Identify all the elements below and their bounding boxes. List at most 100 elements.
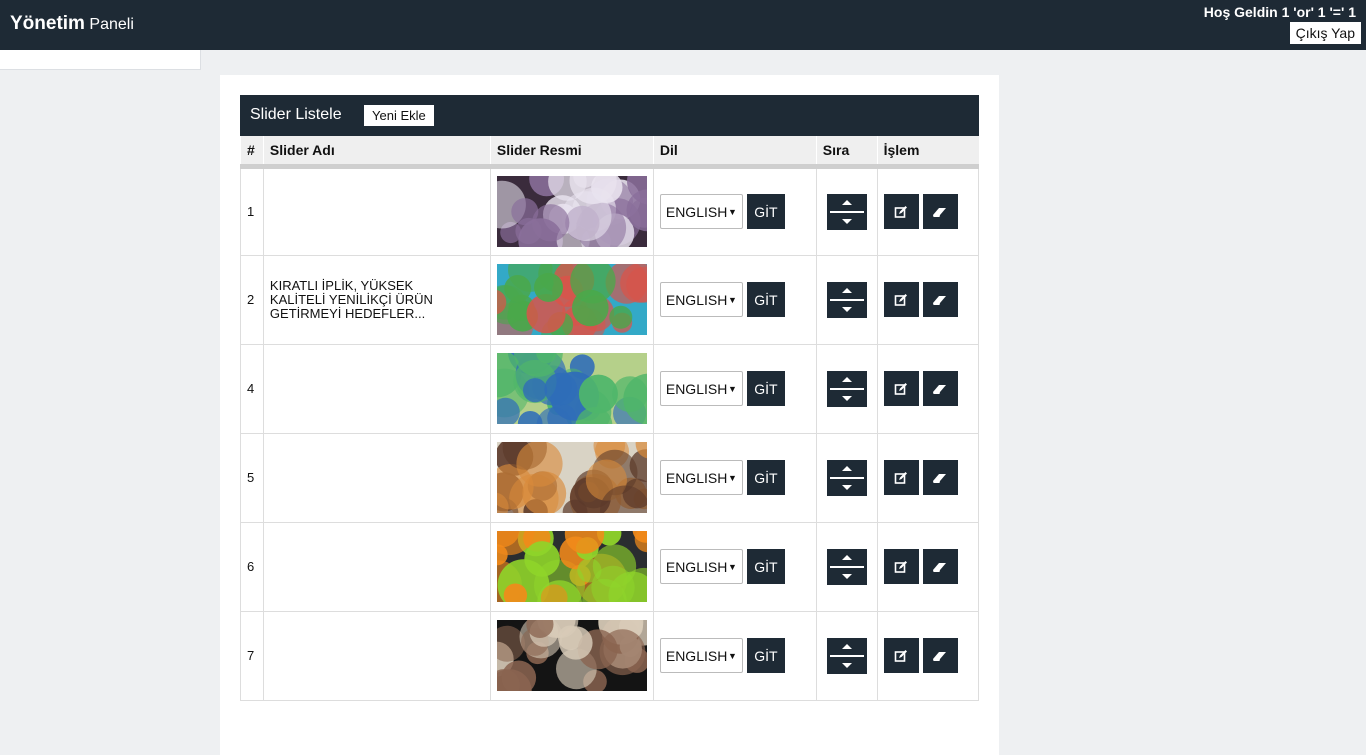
- arrow-down-icon: [841, 484, 852, 490]
- arrow-down-icon: [841, 573, 852, 579]
- language-cell: ENGLISH ▼ GİT: [652, 343, 817, 434]
- separator-line: [829, 387, 864, 390]
- language-selected-value: ENGLISH: [665, 469, 728, 486]
- delete-button[interactable]: [922, 460, 958, 495]
- go-button[interactable]: GİT: [746, 460, 785, 495]
- go-button[interactable]: GİT: [746, 638, 785, 673]
- edit-button[interactable]: [883, 282, 919, 317]
- delete-button[interactable]: [922, 194, 958, 229]
- action-buttons: [883, 460, 972, 495]
- language-cell: ENGLISH ▼ GİT: [652, 432, 817, 523]
- eraser-icon: [933, 562, 947, 572]
- language-select[interactable]: ENGLISH ▼: [659, 194, 743, 229]
- table-row: 7 ENGLISH ▼ GİT: [240, 610, 980, 701]
- delete-button[interactable]: [922, 638, 958, 673]
- go-button[interactable]: GİT: [746, 371, 785, 406]
- delete-button[interactable]: [922, 371, 958, 406]
- main-content: Slider Listele Yeni Ekle # Slider Adı Sl…: [220, 75, 999, 755]
- arrow-up-icon: [841, 376, 852, 382]
- go-button[interactable]: GİT: [746, 194, 785, 229]
- edit-button[interactable]: [883, 638, 919, 673]
- logout-button[interactable]: Çıkış Yap: [1289, 22, 1361, 44]
- chevron-down-icon: ▼: [727, 383, 737, 394]
- eraser-icon: [933, 473, 947, 483]
- language-selected-value: ENGLISH: [665, 558, 728, 575]
- separator-line: [829, 654, 864, 657]
- slider-image: [496, 176, 647, 247]
- language-cell: ENGLISH ▼ GİT: [652, 254, 817, 345]
- up-down-arrows-icon[interactable]: [826, 370, 867, 407]
- language-select[interactable]: ENGLISH ▼: [659, 638, 743, 673]
- actions-cell: [876, 343, 980, 434]
- language-cell: ENGLISH ▼ GİT: [652, 610, 817, 701]
- edit-button[interactable]: [883, 194, 919, 229]
- edit-icon: [894, 205, 908, 218]
- slider-name-cell: [262, 165, 491, 256]
- chevron-down-icon: ▼: [727, 472, 737, 483]
- slider-image-cell: [489, 521, 654, 612]
- chevron-down-icon: ▼: [727, 561, 737, 572]
- slider-image-cell: [489, 610, 654, 701]
- actions-cell: [876, 521, 980, 612]
- separator-line: [829, 210, 864, 213]
- slider-name-cell: [262, 432, 491, 523]
- up-down-arrows-icon[interactable]: [826, 281, 867, 318]
- add-new-button[interactable]: Yeni Ekle: [364, 105, 434, 126]
- slider-image: [496, 264, 647, 335]
- arrow-down-icon: [841, 662, 852, 668]
- slider-image: [496, 531, 647, 602]
- edit-icon: [894, 560, 908, 573]
- arrow-up-icon: [841, 643, 852, 649]
- up-down-arrows-icon[interactable]: [826, 459, 867, 496]
- row-number: 1: [240, 165, 264, 256]
- action-buttons: [883, 549, 972, 584]
- delete-button[interactable]: [922, 549, 958, 584]
- action-buttons: [883, 282, 972, 317]
- edit-button[interactable]: [883, 549, 919, 584]
- slider-name-cell: [262, 521, 491, 612]
- arrow-down-icon: [841, 306, 852, 312]
- delete-button[interactable]: [922, 282, 958, 317]
- actions-cell: [876, 610, 980, 701]
- action-buttons: [883, 371, 972, 406]
- slider-image-cell: [489, 432, 654, 523]
- table-row: 4 ENGLISH ▼ GİT: [240, 343, 980, 434]
- column-header-image: Slider Resmi: [489, 136, 654, 169]
- column-header-number: #: [240, 136, 264, 169]
- arrow-up-icon: [841, 199, 852, 205]
- language-select[interactable]: ENGLISH ▼: [659, 282, 743, 317]
- chevron-down-icon: ▼: [727, 294, 737, 305]
- order-cell: [815, 432, 878, 523]
- language-select[interactable]: ENGLISH ▼: [659, 371, 743, 406]
- slider-name-cell: KIRATLI İPLİK, YÜKSEK KALİTELİ YENİLİKÇİ…: [262, 254, 491, 345]
- slider-image: [496, 442, 647, 513]
- action-buttons: [883, 638, 972, 673]
- language-select[interactable]: ENGLISH ▼: [659, 460, 743, 495]
- edit-icon: [894, 471, 908, 484]
- edit-button[interactable]: [883, 371, 919, 406]
- slider-image-cell: [489, 343, 654, 434]
- up-down-arrows-icon[interactable]: [826, 637, 867, 674]
- language-selected-value: ENGLISH: [665, 291, 728, 308]
- eraser-icon: [933, 384, 947, 394]
- column-header-order: Sıra: [815, 136, 878, 169]
- table-row: 5 ENGLISH ▼ GİT: [240, 432, 980, 523]
- slider-name-cell: [262, 610, 491, 701]
- table-row: 1 ENGLISH ▼ GİT: [240, 165, 980, 256]
- up-down-arrows-icon[interactable]: [826, 193, 867, 230]
- language-select[interactable]: ENGLISH ▼: [659, 549, 743, 584]
- language-controls: ENGLISH ▼ GİT: [659, 638, 810, 673]
- table-row: 2 KIRATLI İPLİK, YÜKSEK KALİTELİ YENİLİKÇ…: [240, 254, 980, 345]
- actions-cell: [876, 165, 980, 256]
- go-button[interactable]: GİT: [746, 549, 785, 584]
- actions-cell: [876, 432, 980, 523]
- row-number: 5: [240, 432, 264, 523]
- panel-title: Slider Listele: [250, 106, 342, 123]
- go-button[interactable]: GİT: [746, 282, 785, 317]
- brand-logo[interactable]: Yönetim Paneli: [10, 13, 134, 35]
- edit-button[interactable]: [883, 460, 919, 495]
- up-down-arrows-icon[interactable]: [826, 548, 867, 585]
- chevron-down-icon: ▼: [727, 650, 737, 661]
- table-header-row: # Slider Adı Slider Resmi Dil Sıra İşlem: [240, 136, 979, 169]
- language-controls: ENGLISH ▼ GİT: [659, 282, 810, 317]
